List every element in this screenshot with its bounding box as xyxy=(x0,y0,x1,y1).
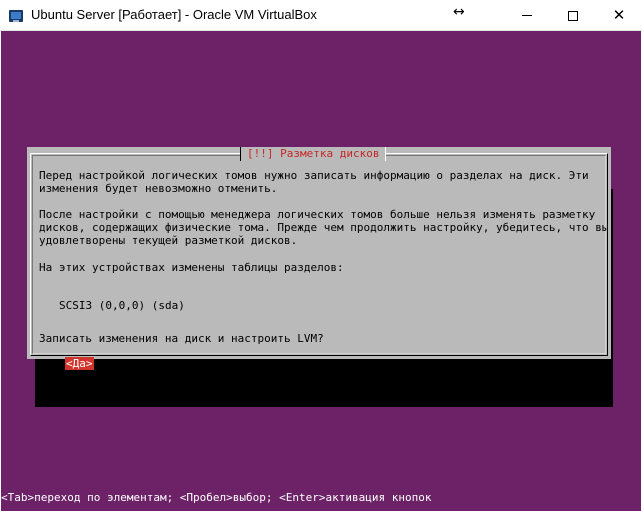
dialog-paragraph-warning: Перед настройкой логических томов нужно … xyxy=(39,169,589,195)
no-button[interactable]: <Нет> xyxy=(538,357,571,370)
virtualbox-icon xyxy=(9,10,23,22)
maximize-button[interactable] xyxy=(550,0,596,31)
keyboard-hints-bar: <Tab>переход по элементам; <Пробел>выбор… xyxy=(1,491,432,504)
confirm-question: Записать изменения на диск и настроить L… xyxy=(39,332,324,345)
maximize-icon xyxy=(568,10,578,21)
vm-display[interactable]: [!!] Разметка дисков Перед настройкой ло… xyxy=(1,31,641,511)
minimize-icon xyxy=(522,15,532,16)
minimize-button[interactable] xyxy=(504,0,550,31)
close-button[interactable]: ✕ xyxy=(596,0,642,31)
dialog-title: [!!] Разметка дисков xyxy=(240,147,387,161)
device-entry: SCSI3 (0,0,0) (sda) xyxy=(59,299,185,312)
dialog-paragraph-lvm: После настройки с помощью менеджера логи… xyxy=(39,208,609,247)
yes-button[interactable]: <Да> xyxy=(65,357,94,370)
partition-dialog: [!!] Разметка дисков Перед настройкой ло… xyxy=(27,147,611,370)
resize-arrows-icon: ↔ xyxy=(453,4,465,20)
window-titlebar[interactable]: Ubuntu Server [Работает] - Oracle VM Vir… xyxy=(0,0,642,31)
devices-label: На этих устройствах изменены таблицы раз… xyxy=(39,261,344,274)
close-icon: ✕ xyxy=(612,6,626,24)
window-title: Ubuntu Server [Работает] - Oracle VM Vir… xyxy=(31,7,317,22)
